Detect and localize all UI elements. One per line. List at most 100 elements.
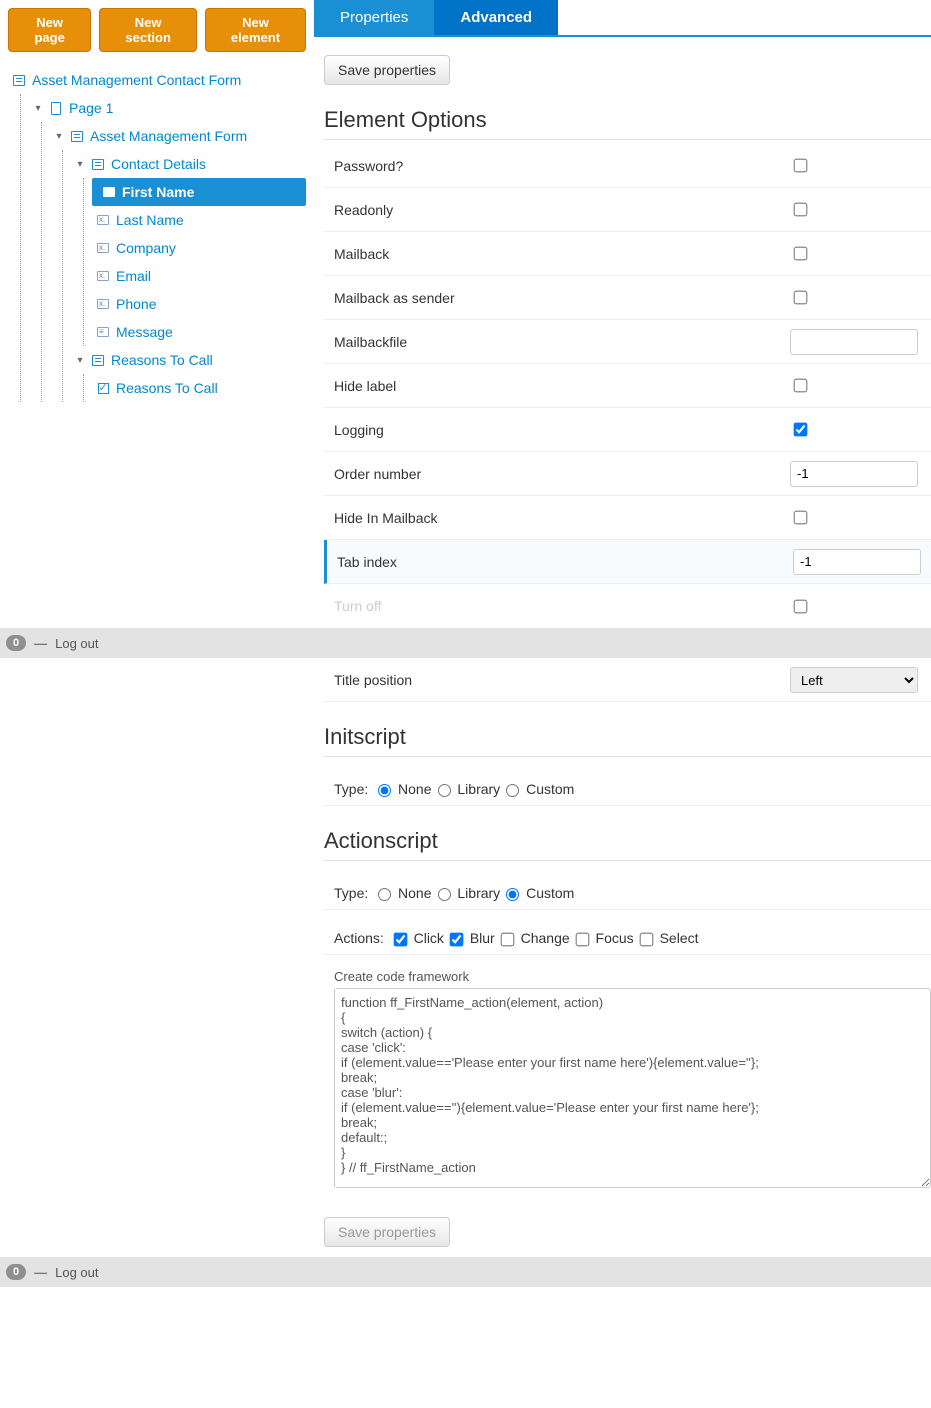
textarea-icon: ≡ <box>96 325 110 339</box>
option-checkbox[interactable] <box>794 203 808 217</box>
section-initscript: Initscript <box>324 724 931 757</box>
section-icon <box>91 353 105 367</box>
action-checkbox[interactable] <box>500 932 514 946</box>
dash-icon: — <box>34 636 47 651</box>
action-label: Click <box>410 930 444 946</box>
tree-field-first-name[interactable]: x. First Name <box>92 178 306 206</box>
tree-label: Reasons To Call <box>111 352 213 368</box>
radio-label: None <box>394 885 431 901</box>
new-section-button[interactable]: New section <box>99 8 197 52</box>
script-type-radio[interactable] <box>378 888 391 901</box>
option-row: Mailback <box>324 232 931 276</box>
script-type-radio[interactable] <box>506 784 519 797</box>
tree-section-reasons[interactable]: ▾ Reasons To Call <box>71 346 306 374</box>
action-checkbox[interactable] <box>450 932 464 946</box>
action-checkbox[interactable] <box>393 932 407 946</box>
logout-link[interactable]: Log out <box>55 1265 98 1280</box>
option-row: Title positionLeft <box>324 658 931 702</box>
section-actionscript: Actionscript <box>324 828 931 861</box>
option-label: Mailback <box>324 234 790 274</box>
option-input[interactable] <box>790 461 918 487</box>
status-count: 0 <box>6 1264 26 1280</box>
option-checkbox[interactable] <box>794 423 808 437</box>
status-bar: 0 — Log out <box>0 628 931 658</box>
tree-label: Contact Details <box>111 156 206 172</box>
initscript-type-row: Type: None Library Custom <box>324 761 931 806</box>
textfield-icon: x. <box>96 269 110 283</box>
option-input[interactable] <box>790 329 918 355</box>
script-type-radio[interactable] <box>378 784 391 797</box>
tree-label: Page 1 <box>69 100 113 116</box>
option-checkbox[interactable] <box>794 379 808 393</box>
script-type-radio[interactable] <box>506 888 519 901</box>
actions-row: Actions: Click Blur Change Focus Select <box>324 910 931 955</box>
tree-label: Last Name <box>116 212 184 228</box>
status-bar: 0 — Log out <box>0 1257 931 1287</box>
tree-root[interactable]: Asset Management Contact Form <box>8 66 306 94</box>
save-properties-button-bottom[interactable]: Save properties <box>324 1217 450 1247</box>
tree-label: Asset Management Contact Form <box>32 72 241 88</box>
option-label: Password? <box>324 146 790 186</box>
option-row: Logging <box>324 408 931 452</box>
radio-label: Library <box>454 781 501 797</box>
option-row: Mailback as sender <box>324 276 931 320</box>
expander-icon[interactable]: ▾ <box>75 355 85 366</box>
tree-field-reasons-checkbox[interactable]: Reasons To Call <box>92 374 306 402</box>
new-page-button[interactable]: New page <box>8 8 91 52</box>
radio-label: Library <box>454 885 501 901</box>
option-checkbox[interactable] <box>794 599 808 613</box>
option-row: Order number <box>324 452 931 496</box>
radio-label: Custom <box>522 781 574 797</box>
tree-label: Email <box>116 268 151 284</box>
option-label: Order number <box>324 454 790 494</box>
expander-icon[interactable]: ▾ <box>33 103 43 114</box>
action-checkbox[interactable] <box>639 932 653 946</box>
new-element-button[interactable]: New element <box>205 8 306 52</box>
textfield-icon: x. <box>102 185 116 199</box>
logout-link[interactable]: Log out <box>55 636 98 651</box>
script-type-radio[interactable] <box>438 784 451 797</box>
dash-icon: — <box>34 1265 47 1280</box>
option-checkbox[interactable] <box>794 511 808 525</box>
option-checkbox[interactable] <box>794 247 808 261</box>
save-properties-button-top[interactable]: Save properties <box>324 55 450 85</box>
action-label: Select <box>656 930 699 946</box>
option-row: Hide In Mailback <box>324 496 931 540</box>
option-label: Mailbackfile <box>324 322 790 362</box>
option-checkbox[interactable] <box>794 291 808 305</box>
tree-section-contact[interactable]: ▾ Contact Details <box>71 150 306 178</box>
actionscript-code[interactable] <box>334 988 931 1188</box>
script-type-radio[interactable] <box>438 888 451 901</box>
option-row: Readonly <box>324 188 931 232</box>
option-input[interactable] <box>793 549 921 575</box>
option-checkbox[interactable] <box>794 159 808 173</box>
section-icon <box>91 157 105 171</box>
option-label: Logging <box>324 410 790 450</box>
tree-page[interactable]: ▾ Page 1 <box>29 94 306 122</box>
tree-field-last-name[interactable]: x. Last Name <box>92 206 306 234</box>
form-icon <box>70 129 84 143</box>
tree-field-email[interactable]: x. Email <box>92 262 306 290</box>
expander-icon[interactable]: ▾ <box>75 159 85 170</box>
option-row: Mailbackfile <box>324 320 931 364</box>
tree-label: First Name <box>122 184 194 200</box>
option-label: Tab index <box>327 542 793 582</box>
option-row: Password? <box>324 144 931 188</box>
tree-form-node[interactable]: ▾ Asset Management Form <box>50 122 306 150</box>
tree-field-phone[interactable]: x. Phone <box>92 290 306 318</box>
action-checkbox[interactable] <box>575 932 589 946</box>
expander-icon[interactable]: ▾ <box>54 131 64 142</box>
section-element-options: Element Options <box>324 107 931 140</box>
tree-field-message[interactable]: ≡ Message <box>92 318 306 346</box>
tab-properties[interactable]: Properties <box>314 0 434 35</box>
form-tree: Asset Management Contact Form ▾ Page 1 <box>8 66 306 402</box>
form-icon <box>12 73 26 87</box>
option-select[interactable]: Left <box>790 667 918 693</box>
tab-advanced[interactable]: Advanced <box>434 0 558 35</box>
action-label: Focus <box>592 930 634 946</box>
tree-field-company[interactable]: x. Company <box>92 234 306 262</box>
actionscript-type-row: Type: None Library Custom <box>324 865 931 910</box>
action-label: Blur <box>466 930 495 946</box>
tree-label: Asset Management Form <box>90 128 247 144</box>
option-row: Tab index <box>324 540 931 584</box>
